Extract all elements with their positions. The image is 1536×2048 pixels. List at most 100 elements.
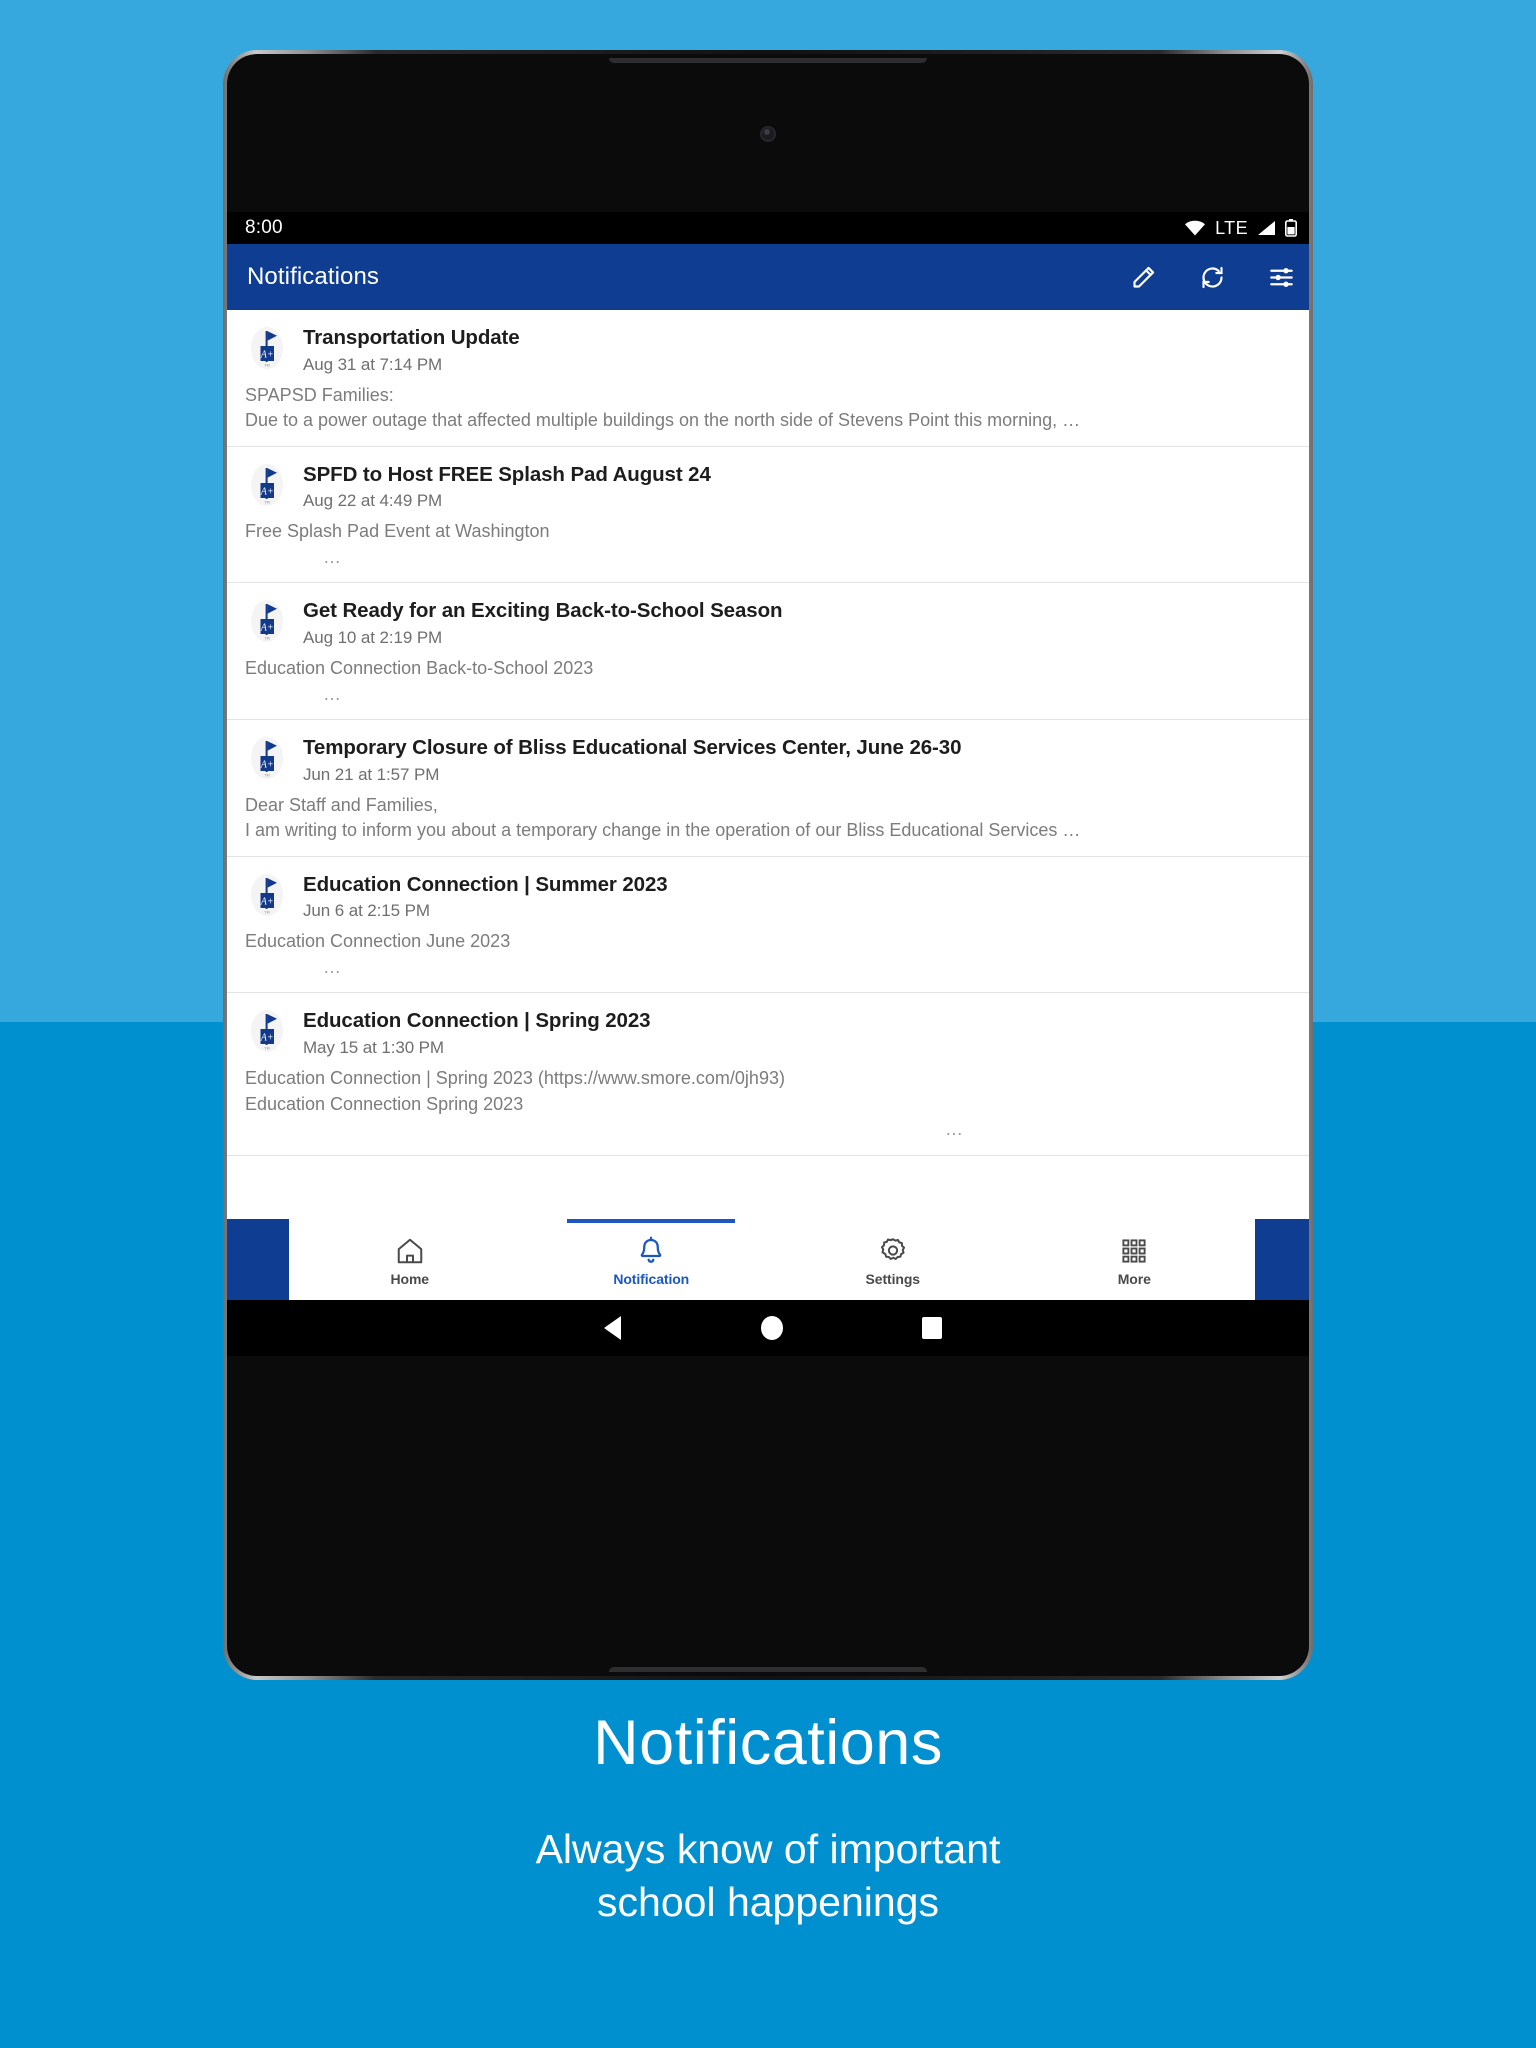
notification-line: Free Splash Pad Event at Washington — [245, 521, 550, 542]
avatar: A+ TM — [245, 873, 289, 917]
notification-heading: SPFD to Host FREE Splash Pad August 24 A… — [303, 461, 711, 512]
compose-icon[interactable] — [1130, 264, 1157, 291]
svg-text:TM: TM — [264, 774, 269, 778]
notification-heading: Transportation Update Aug 31 at 7:14 PM — [303, 324, 520, 375]
notification-body: SPAPSD Families: Due to a power outage t… — [245, 383, 1297, 434]
caption-title: Notifications — [593, 1708, 943, 1778]
recents-icon[interactable] — [852, 1317, 1012, 1339]
page-title: Notifications — [247, 263, 380, 290]
svg-text:TM: TM — [264, 1047, 269, 1051]
notification-title: SPFD to Host FREE Splash Pad August 24 — [303, 462, 711, 486]
svg-text:TM: TM — [264, 910, 269, 914]
svg-text:A+: A+ — [260, 349, 274, 360]
notification-line: SPAPSD Families: — [245, 384, 394, 405]
notification-title: Education Connection | Summer 2023 — [303, 872, 668, 896]
notification-heading: Temporary Closure of Bliss Educational S… — [303, 734, 961, 785]
notification-date: May 15 at 1:30 PM — [303, 1038, 444, 1058]
notification-header: A+ TM Education Connection | Spring 2023… — [245, 1007, 1297, 1058]
filter-icon[interactable] — [1268, 264, 1295, 291]
notification-title: Get Ready for an Exciting Back-to-School… — [303, 599, 783, 623]
caption-subtitle-line-2: school happenings — [597, 1879, 939, 1926]
svg-text:A+: A+ — [260, 486, 274, 497]
notification-ellipsis: … — [945, 1119, 963, 1140]
notification-date: Aug 22 at 4:49 PM — [303, 491, 443, 511]
android-system-nav — [227, 1300, 1309, 1356]
avatar: A+ TM — [245, 1009, 289, 1053]
nav-label: More — [1117, 1271, 1151, 1287]
gear-icon — [878, 1236, 908, 1266]
nav-label: Home — [390, 1271, 430, 1287]
notification-heading: Education Connection | Spring 2023 May 1… — [303, 1007, 651, 1058]
svg-text:A+: A+ — [260, 896, 274, 907]
nav-item-home[interactable]: Home — [289, 1219, 531, 1300]
notification-body: Dear Staff and Families, I am writing to… — [245, 793, 1297, 844]
avatar: A+ TM — [245, 736, 289, 780]
bottom-nav-items: Home Notification Settings More — [289, 1219, 1255, 1300]
notification-header: A+ TM Transportation Update Aug 31 at 7:… — [245, 324, 1297, 375]
list-item[interactable]: A+ TM Get Ready for an Exciting Back-to-… — [227, 583, 1309, 721]
notification-line: Education Connection Spring 2023 — [245, 1093, 524, 1114]
notification-date: Aug 10 at 2:19 PM — [303, 627, 443, 647]
list-item[interactable]: A+ TM Education Connection | Summer 2023… — [227, 857, 1309, 994]
notification-ellipsis: … — [323, 546, 341, 567]
svg-text:A+: A+ — [260, 1033, 274, 1044]
network-label: LTE — [1215, 217, 1248, 238]
notification-ellipsis: … — [323, 683, 341, 704]
nav-item-more[interactable]: More — [1014, 1219, 1256, 1300]
notification-body: Free Splash Pad Event at Washington … — [245, 519, 1297, 570]
avatar: A+ TM — [245, 599, 289, 643]
refresh-icon[interactable] — [1199, 264, 1226, 291]
caption-subtitle-line-1: Always know of important — [535, 1826, 1001, 1872]
notification-header: A+ TM Education Connection | Summer 2023… — [245, 871, 1297, 922]
notification-heading: Education Connection | Summer 2023 Jun 6… — [303, 871, 668, 922]
notification-list: A+ TM Transportation Update Aug 31 at 7:… — [227, 310, 1309, 1170]
list-item[interactable]: A+ TM Education Connection | Spring 2023… — [227, 993, 1309, 1156]
notification-body: Education Connection | Spring 2023 (http… — [245, 1066, 1297, 1143]
home-icon[interactable] — [692, 1316, 852, 1340]
svg-text:A+: A+ — [260, 759, 274, 770]
app-bar: Notifications — [227, 244, 1309, 310]
notification-header: A+ TM SPFD to Host FREE Splash Pad Augus… — [245, 461, 1297, 512]
status-time: 8:00 — [245, 217, 283, 238]
avatar: A+ TM — [245, 326, 289, 370]
notification-header: A+ TM Get Ready for an Exciting Back-to-… — [245, 597, 1297, 648]
svg-text:TM: TM — [264, 500, 269, 504]
list-item[interactable]: A+ TM Transportation Update Aug 31 at 7:… — [227, 310, 1309, 447]
caption-subtitle: Always know of important school happenin… — [0, 1823, 1536, 1930]
nav-item-notification[interactable]: Notification — [531, 1219, 773, 1300]
notification-line: Dear Staff and Families, — [245, 794, 438, 815]
bottom-nav-left-pad — [227, 1219, 289, 1300]
tablet-device-frame: 8:00 LTE Notifications A+ TM Transportat… — [223, 50, 1313, 1680]
svg-text:A+: A+ — [260, 623, 274, 634]
status-icons: LTE — [1184, 218, 1297, 239]
list-bottom-spacer — [227, 1156, 1309, 1170]
notification-line: Education Connection June 2023 — [245, 931, 511, 952]
notification-title: Transportation Update — [303, 326, 520, 349]
app-bar-actions — [1130, 264, 1295, 291]
list-item[interactable]: A+ TM Temporary Closure of Bliss Educati… — [227, 720, 1309, 857]
back-icon[interactable] — [532, 1316, 692, 1340]
notification-line: I am writing to inform you about a tempo… — [245, 820, 1081, 841]
bell-icon — [636, 1236, 666, 1266]
list-item[interactable]: A+ TM SPFD to Host FREE Splash Pad Augus… — [227, 447, 1309, 584]
nav-item-settings[interactable]: Settings — [772, 1219, 1014, 1300]
front-camera-icon — [760, 126, 776, 142]
bottom-speaker-grille — [609, 1667, 927, 1672]
status-bar: 8:00 LTE — [227, 212, 1309, 244]
notification-date: Aug 31 at 7:14 PM — [303, 354, 443, 374]
notification-line: Education Connection | Spring 2023 (http… — [245, 1068, 785, 1089]
tablet-bezel: 8:00 LTE Notifications A+ TM Transportat… — [227, 54, 1309, 1676]
caption-block: Notifications Always know of important s… — [0, 1712, 1536, 1930]
notification-title: Temporary Closure of Bliss Educational S… — [303, 736, 962, 760]
svg-text:TM: TM — [264, 364, 269, 368]
notification-line: Education Connection Back-to-School 2023 — [245, 657, 594, 678]
notification-header: A+ TM Temporary Closure of Bliss Educati… — [245, 734, 1297, 785]
notification-title: Education Connection | Spring 2023 — [303, 1009, 651, 1033]
active-tab-indicator — [567, 1219, 736, 1223]
notification-line: Due to a power outage that affected mult… — [245, 410, 1081, 431]
home-icon — [395, 1236, 425, 1266]
notification-ellipsis: … — [323, 956, 341, 977]
notification-body: Education Connection June 2023 … — [245, 929, 1297, 980]
notification-date: Jun 21 at 1:57 PM — [303, 764, 440, 784]
notification-date: Jun 6 at 2:15 PM — [303, 901, 430, 921]
